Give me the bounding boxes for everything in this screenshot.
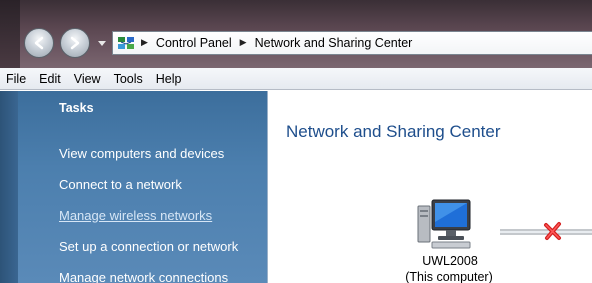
menu-bar: File Edit View Tools Help — [0, 68, 592, 90]
menu-view[interactable]: View — [74, 72, 101, 86]
computer-subtitle: (This computer) — [405, 270, 493, 283]
breadcrumb-network-sharing-center[interactable]: Network and Sharing Center — [255, 36, 413, 50]
recent-pages-dropdown[interactable] — [96, 38, 108, 50]
task-manage-network-connections[interactable]: Manage network connections — [59, 270, 228, 283]
menu-help[interactable]: Help — [156, 72, 182, 86]
task-pane-edge — [0, 91, 18, 283]
chevron-down-icon — [98, 41, 106, 46]
breadcrumb-control-panel[interactable]: Control Panel — [156, 36, 232, 50]
menu-edit[interactable]: Edit — [39, 72, 61, 86]
task-view-computers-and-devices[interactable]: View computers and devices — [59, 146, 224, 161]
forward-button[interactable] — [60, 28, 90, 58]
tasks-heading: Tasks — [59, 101, 94, 115]
window-frame-edge — [0, 0, 20, 68]
forward-arrow-icon — [70, 36, 80, 50]
computer-icon[interactable] — [416, 198, 474, 250]
back-arrow-icon — [34, 36, 44, 50]
breadcrumb-separator-icon: ▶ — [239, 38, 247, 48]
menu-file[interactable]: File — [6, 72, 26, 86]
back-button[interactable] — [24, 28, 54, 58]
computer-name: UWL2008 — [422, 254, 478, 268]
page-title: Network and Sharing Center — [286, 122, 501, 141]
address-bar[interactable]: ▶ Control Panel ▶ Network and Sharing Ce… — [112, 31, 592, 55]
menu-tools[interactable]: Tools — [114, 72, 143, 86]
task-set-up-connection-or-network[interactable]: Set up a connection or network — [59, 239, 238, 254]
task-manage-wireless-networks[interactable]: Manage wireless networks — [59, 208, 212, 223]
control-panel-icon — [118, 37, 134, 49]
task-connect-to-a-network[interactable]: Connect to a network — [59, 177, 182, 192]
breadcrumb-separator-icon: ▶ — [141, 38, 148, 48]
red-x-icon[interactable] — [543, 221, 563, 241]
